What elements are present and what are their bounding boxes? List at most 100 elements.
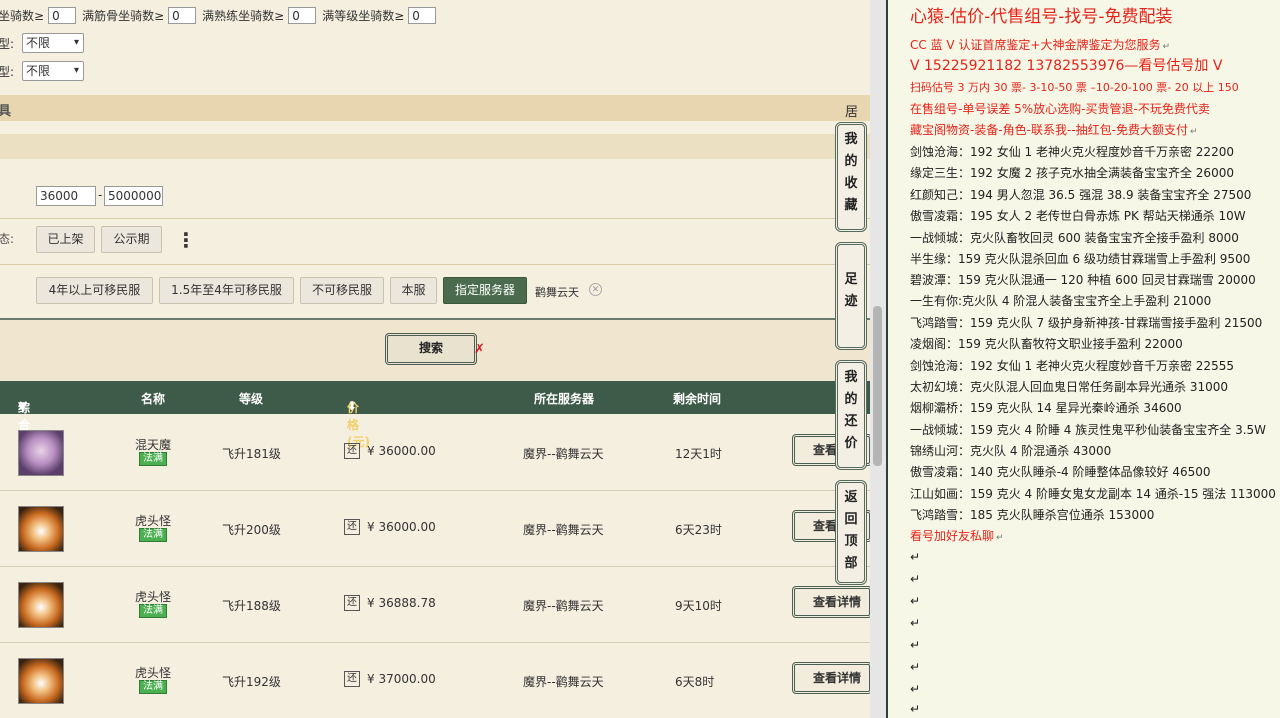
button-char: 的 xyxy=(844,154,858,169)
price-max-input[interactable]: 5000000 xyxy=(104,186,163,206)
server-1-5-4yr-button[interactable]: 1.5年至4年可移民服 xyxy=(159,277,294,304)
price-value: ¥ 37000.00 xyxy=(367,672,436,686)
server-nonmigrate-button[interactable]: 不可移民服 xyxy=(300,277,384,304)
divider xyxy=(0,264,870,265)
type-label: 型: xyxy=(0,64,15,79)
button-char: 返 xyxy=(844,490,858,505)
game-trade-panel: 坐骑数≥ 0 满筋骨坐骑数≥ 0 满熟练坐骑数≥ 0 满等级坐骑数≥ 0 型: … xyxy=(0,0,870,718)
full-bone-mount-input[interactable]: 0 xyxy=(168,6,197,24)
type-label: 型: xyxy=(0,36,15,51)
para-mark: ↵ xyxy=(1189,127,1198,137)
type-select-2[interactable]: 不限 ▾ xyxy=(22,61,85,81)
divider xyxy=(0,218,870,219)
empty-paragraph: ↵ xyxy=(910,638,921,652)
notes-line: 锦绣山河：克火队 4 阶混通杀 43000 xyxy=(910,444,1112,458)
price-value: ¥ 36000.00 xyxy=(367,520,436,534)
server-specified-button[interactable]: 指定服务器 xyxy=(443,277,527,304)
status-label: 态: xyxy=(0,232,15,246)
sort-down-icon: ⬇ xyxy=(347,399,358,413)
button-char: 价 xyxy=(844,436,858,451)
avatar xyxy=(18,506,64,552)
line-text: V 15225921182 13782553976—看号估号加 V xyxy=(910,58,1223,74)
server-value: 魔界--鹳舞云天 xyxy=(523,447,604,461)
chevron-down-icon: ▾ xyxy=(74,65,80,76)
section-title: 具 xyxy=(0,104,12,119)
table-row: 虎头怪 法满 飞升192级 还 ¥ 37000.00 魔界--鹳舞云天 6天8时… xyxy=(0,643,870,718)
empty-paragraph: ↵ xyxy=(910,660,921,674)
search-button[interactable]: 搜索 xyxy=(385,333,477,365)
notes-red-line: 扫码估号 3 万内 30 票- 3-10-50 票 –10-20-100 票- … xyxy=(910,79,1239,95)
button-char: 迹 xyxy=(844,294,858,309)
notes-line: 飞鸿踏雪：185 克火队睡杀宫位通杀 153000 xyxy=(910,508,1155,522)
full-level-mount-input[interactable]: 0 xyxy=(408,6,437,24)
notes-footer: 看号加好友私聊 ↵ xyxy=(910,527,1004,544)
notes-line: 剑蚀沧海：192 女仙 1 老神火克火程度妙音千万亲密 22200 xyxy=(910,145,1234,159)
price-value: ¥ 36888.78 xyxy=(367,596,436,610)
notes-line: 江山如画：159 克火 4 阶睡女鬼女龙副本 14 通杀-15 强法 11300… xyxy=(910,487,1276,501)
my-favorites-button[interactable]: 我 的 收 藏 xyxy=(835,122,867,232)
empty-paragraph: ↵ xyxy=(910,550,921,564)
mount-count-filters: 坐骑数≥ 0 满筋骨坐骑数≥ 0 满熟练坐骑数≥ 0 满等级坐骑数≥ 0 xyxy=(0,4,442,26)
selected-server-tag: 鹳舞云天 xyxy=(535,286,579,299)
publicity-button[interactable]: 公示期 xyxy=(101,226,162,253)
price-value: ¥ 36000.00 xyxy=(367,444,436,458)
table-header: 综合排序 ▼ 名称 等级 价格(元) ⬆ ⬇ 所在服务器 剩余时间 xyxy=(0,381,870,466)
server-header: 所在服务器 xyxy=(534,392,595,406)
empty-paragraph: ↵ xyxy=(910,594,921,608)
notes-red-line: CC 蓝 V 认证首席鉴定+大神金牌鉴定为您服务 ↵ xyxy=(910,36,1170,53)
character-level: 飞升200级 xyxy=(222,523,281,537)
type-select-1[interactable]: 不限 ▾ xyxy=(22,33,85,53)
section-subheader xyxy=(0,134,870,159)
notes-red-line: 在售组号-单号误差 5%放心选购-买贵管退-不玩免费代卖 xyxy=(910,100,1210,117)
table-row: 虎头怪 法满 飞升188级 还 ¥ 36888.78 魔界--鹳舞云天 9天10… xyxy=(0,567,870,643)
section-header: 具 居五 xyxy=(0,95,870,139)
avatar xyxy=(18,582,64,628)
server-4yr-button[interactable]: 4年以上可移民服 xyxy=(36,277,153,304)
empty-paragraph: ↵ xyxy=(910,702,921,716)
full-skill-mount-input[interactable]: 0 xyxy=(288,6,317,24)
status-badge: 法满 xyxy=(139,452,167,466)
select-value: 不限 xyxy=(26,36,51,50)
price-dash: - xyxy=(98,188,103,202)
notes-line: 一生有你:克火队 4 阶混人装备宝宝齐全上手盈利 21000 xyxy=(910,294,1212,308)
character-level: 飞升188级 xyxy=(222,599,281,613)
line-text: 扫码估号 3 万内 30 票- 3-10-50 票 –10-20-100 票- … xyxy=(910,81,1239,94)
button-char: 的 xyxy=(844,392,858,407)
notes-line: 傲雪凌霜：195 女人 2 老传世白骨赤炼 PK 帮站天梯通杀 10W xyxy=(910,209,1246,223)
empty-paragraph: ↵ xyxy=(910,682,921,696)
back-to-top-button[interactable]: 返 回 顶 部 xyxy=(835,480,867,585)
server-local-button[interactable]: 本服 xyxy=(390,277,437,304)
bargain-icon: 还 xyxy=(344,519,360,535)
server-value: 魔界--鹳舞云天 xyxy=(523,675,604,689)
bargain-icon: 还 xyxy=(344,443,360,459)
footprint-button[interactable]: 足 迹 xyxy=(835,242,867,350)
remove-server-icon[interactable]: ✕ xyxy=(589,283,602,296)
price-min-input[interactable]: 36000 xyxy=(36,186,96,206)
sort-down-icon: ▼ xyxy=(18,399,28,413)
notes-line: 红颜知己：194 男人忽混 36.5 强混 38.9 装备宝宝齐全 27500 xyxy=(910,188,1252,202)
my-bargain-button[interactable]: 我 的 还 价 xyxy=(835,360,867,470)
remaining-time: 6天23时 xyxy=(675,523,722,537)
character-name: 虎头怪 xyxy=(135,590,172,604)
chevron-down-icon: ▾ xyxy=(74,37,80,48)
character-name: 混天魔 xyxy=(135,438,172,452)
button-char: 足 xyxy=(844,272,858,287)
type-filter-1: 型: 不限 ▾ xyxy=(0,32,85,54)
mount-count-input[interactable]: 0 xyxy=(48,6,77,24)
notes-line: 一战倾城：159 克火 4 阶睡 4 族灵性鬼平秒仙装备宝宝齐全 3.5W xyxy=(910,423,1267,437)
name-header: 名称 xyxy=(141,392,166,406)
view-details-button[interactable]: 查看详情 xyxy=(792,586,870,618)
notes-red-line: V 15225921182 13782553976—看号估号加 V xyxy=(910,55,1222,75)
line-text: CC 蓝 V 认证首席鉴定+大神金牌鉴定为您服务 xyxy=(910,38,1161,52)
notes-line: 缘定三生：192 女魔 2 孩子克水抽全满装备宝宝齐全 26000 xyxy=(910,166,1234,180)
filter-label: 满熟练坐骑数≥ xyxy=(202,8,285,23)
listed-button[interactable]: 已上架 xyxy=(36,226,95,253)
view-details-button[interactable]: 查看详情 xyxy=(792,662,870,694)
more-options-icon[interactable]: ⋮ xyxy=(176,226,196,254)
notes-line: 剑蚀沧海：192 女仙 1 老神火克火程度妙音千万亲密 22555 xyxy=(910,359,1234,373)
notes-title: 心猿-估价-代售组号-找号-免费配装 xyxy=(910,7,1173,27)
time-header: 剩余时间 xyxy=(673,392,722,406)
scrollbar-thumb[interactable] xyxy=(873,306,882,466)
character-name: 虎头怪 xyxy=(135,666,172,680)
line-text: 在售组号-单号误差 5%放心选购-买贵管退-不玩免费代卖 xyxy=(910,102,1210,116)
